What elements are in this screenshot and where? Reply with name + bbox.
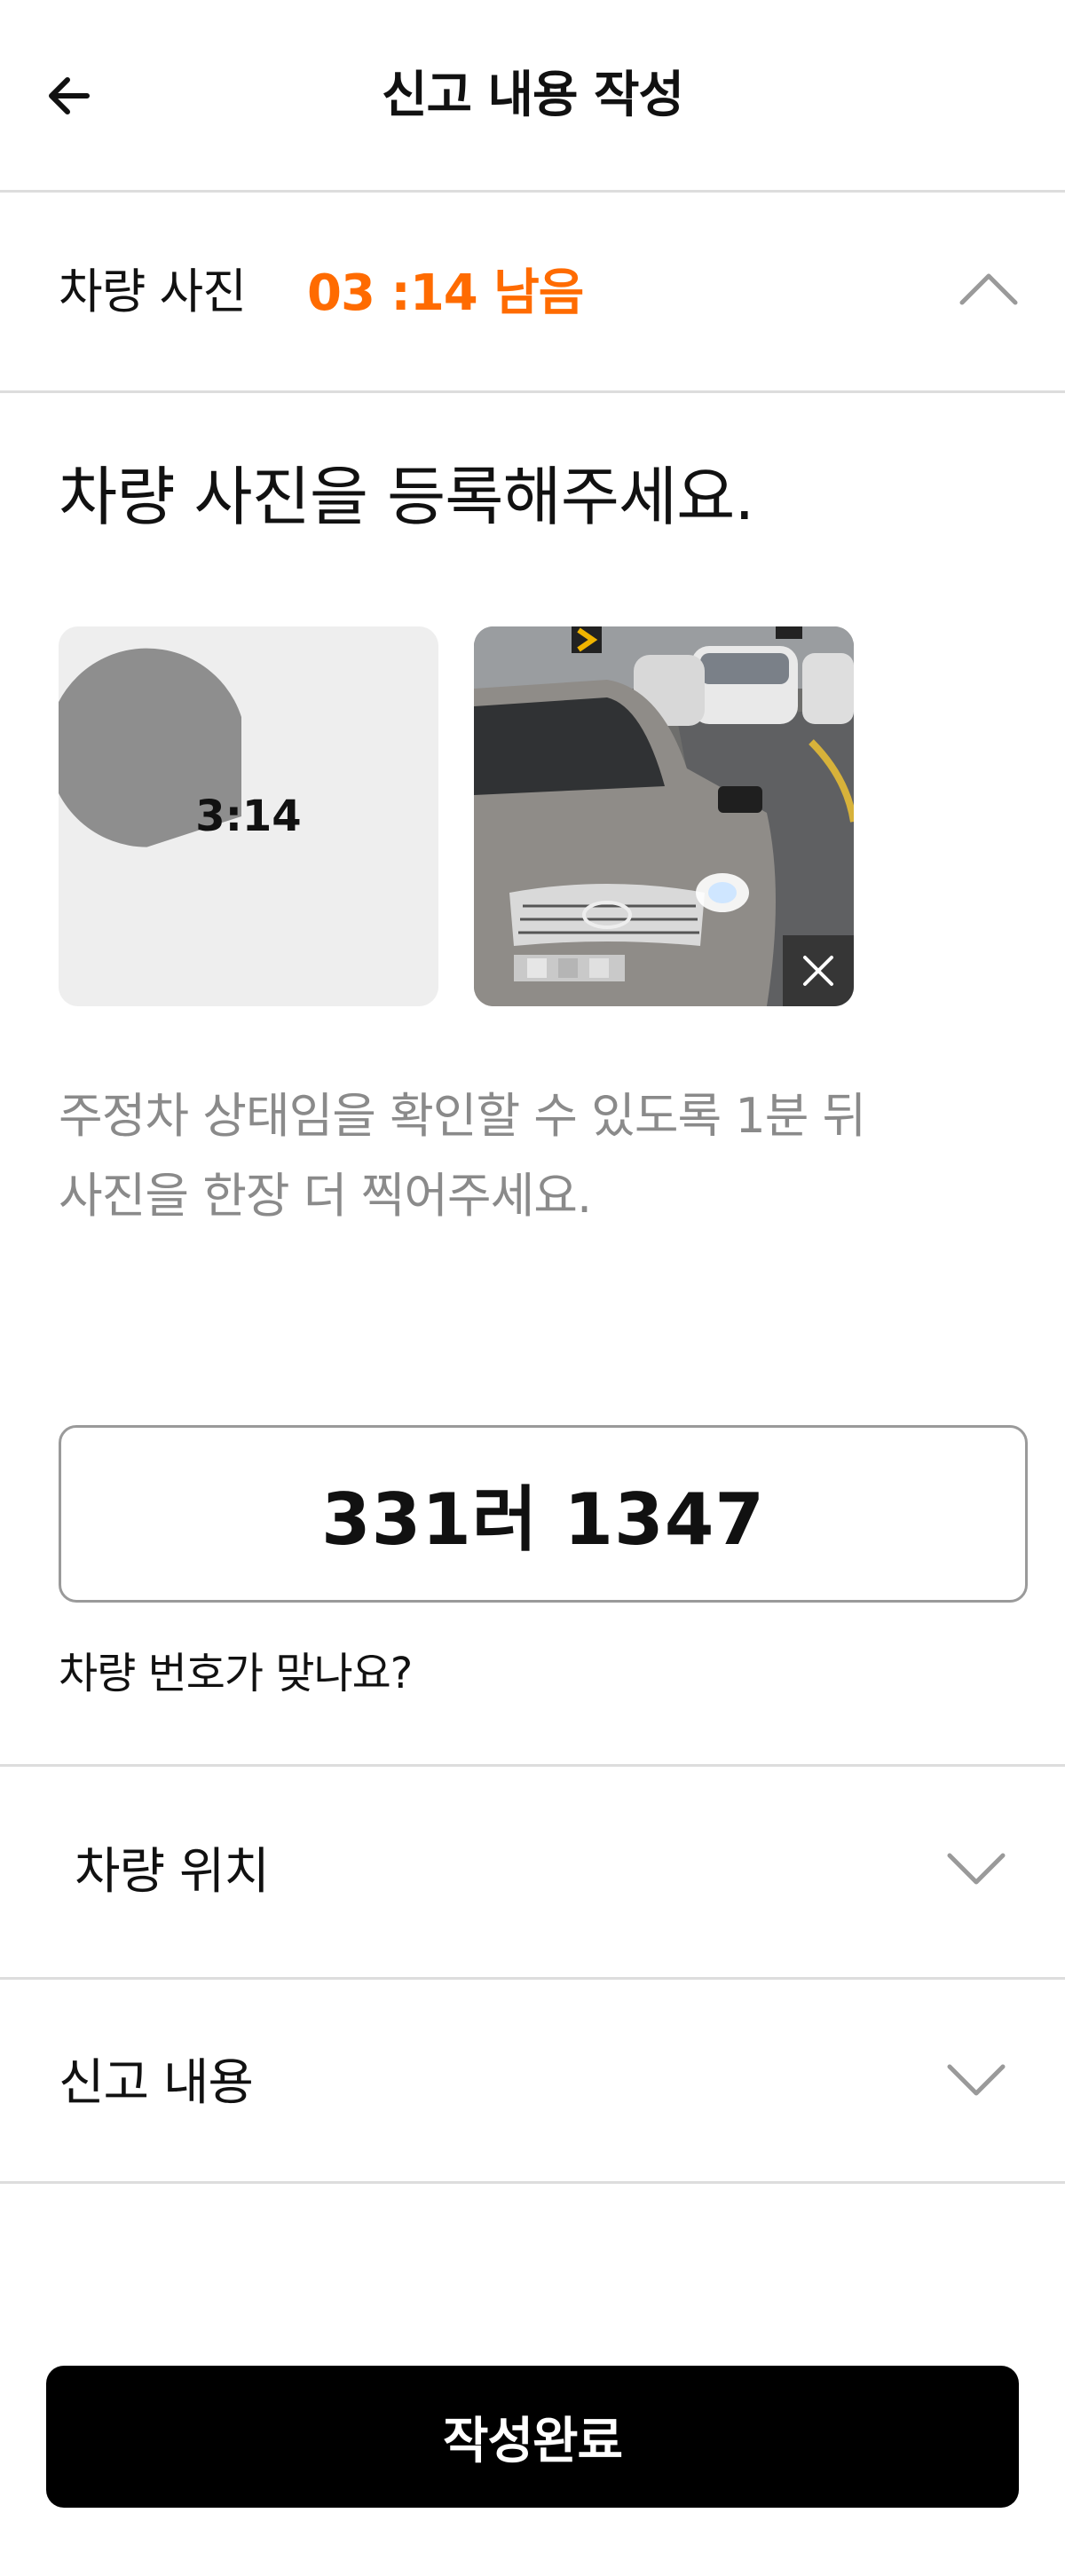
photo-timer-thumbnail: 3:14 [59,626,438,1006]
close-icon [803,956,833,986]
car-photo-thumbnail[interactable] [474,626,854,1006]
photo-headline: 차량 사진을 등록해주세요. [59,460,754,534]
photo-guide-line-2: 사진을 한장 더 찍어주세요. [59,1168,592,1224]
report-section-label: 신고 내용 [59,2054,254,2112]
photo-timer-text: 03 :14 남음 [307,264,584,322]
location-section-toggle[interactable]: 차량 위치 [0,1766,1065,1973]
plate-confirm-question: 차량 번호가 맞나요? [59,1649,413,1698]
photo-section-toggle[interactable]: 차량 사진 03 :14 남음 [0,192,1065,390]
report-divider [0,2181,1065,2184]
chevron-down-icon [947,2064,1006,2096]
plate-number-text: 331러 1347 [320,1478,766,1561]
plate-number-field[interactable]: 331러 1347 [59,1425,1028,1603]
page-title: 신고 내용 작성 [381,67,684,124]
submit-button[interactable]: 작성완료 [46,2366,1019,2508]
chevron-up-icon [959,273,1018,305]
app-header: 신고 내용 작성 [0,0,1065,190]
photo-section-label: 차량 사진 [59,264,247,319]
location-section-label: 차량 위치 [75,1843,270,1901]
photo-guide-line-1: 주정차 상태임을 확인할 수 있도록 1분 뒤 [59,1088,866,1144]
timer-thumb-label: 3:14 [195,792,302,841]
photo-header-divider [0,390,1065,393]
chevron-down-icon [947,1853,1006,1885]
report-section-toggle[interactable]: 신고 내용 [0,1979,1065,2186]
remove-photo-button[interactable] [783,935,854,1006]
